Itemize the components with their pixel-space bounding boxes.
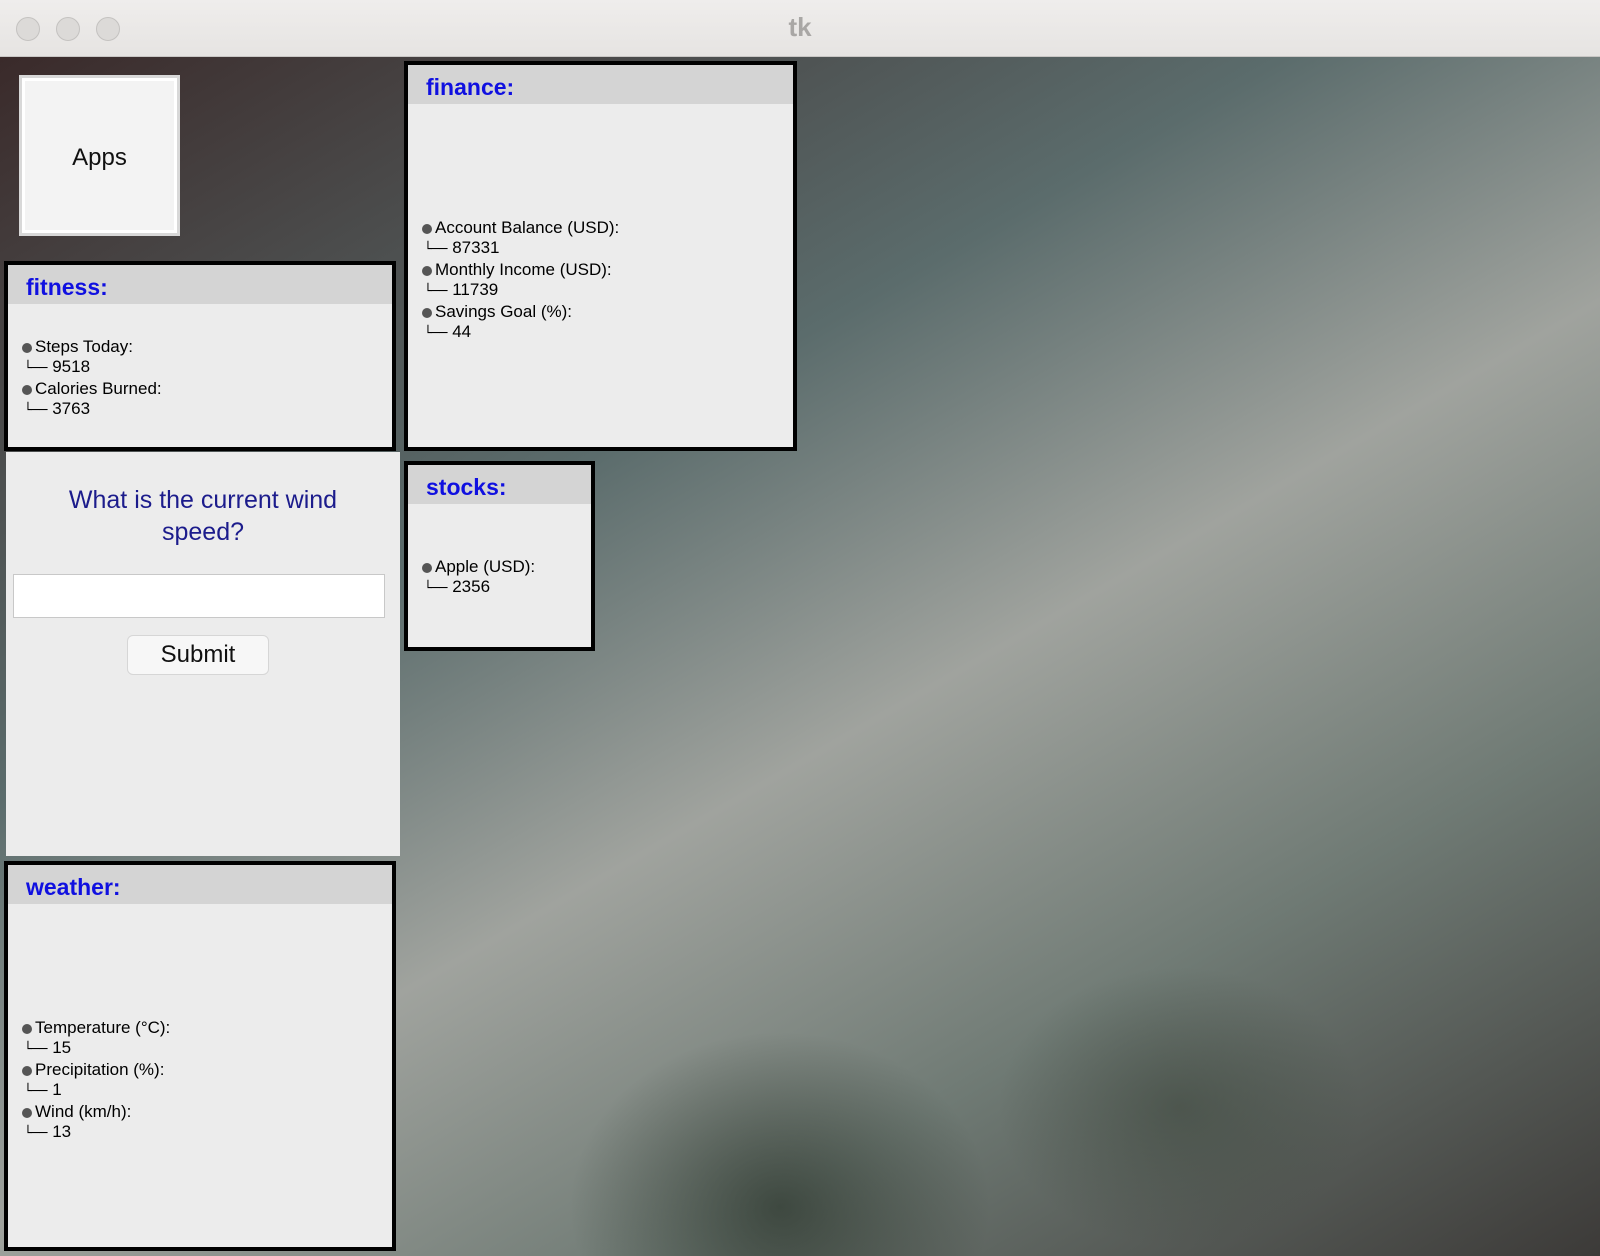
question-form: What is the current wind speed? Submit <box>6 452 400 856</box>
list-item: Precipitation (%): └── 1 <box>8 1060 392 1102</box>
list-item: Temperature (°C): └── 15 <box>8 1018 392 1060</box>
fitness-panel: fitness: Steps Today: └── 9518 Calories … <box>4 261 396 451</box>
window-title: tk <box>788 12 812 42</box>
title-bar: tk <box>0 0 1600 57</box>
steps-label: Steps Today: <box>22 337 133 356</box>
branch-glyph: └── <box>24 1042 48 1057</box>
branch-glyph: └── <box>24 1126 48 1141</box>
finance-panel: finance: Account Balance (USD): └── 8733… <box>404 61 797 451</box>
temperature-label: Temperature (°C): <box>22 1018 170 1037</box>
branch-glyph: └── <box>424 284 448 299</box>
precipitation-label: Precipitation (%): <box>22 1060 164 1079</box>
list-item: Monthly Income (USD): └── 11739 <box>408 260 793 302</box>
list-item: Account Balance (USD): └── 87331 <box>408 218 793 260</box>
wind-value: 13 <box>52 1122 72 1141</box>
question-text: What is the current wind speed? <box>68 486 338 546</box>
weather-panel-title: weather: <box>8 865 392 904</box>
branch-glyph: └── <box>424 326 448 341</box>
temperature-value: 15 <box>52 1038 72 1057</box>
account-balance-value: 87331 <box>452 238 500 257</box>
stocks-panel-title: stocks: <box>408 465 591 504</box>
list-item: Calories Burned: └── 3763 <box>8 379 392 421</box>
precipitation-value: 1 <box>52 1080 62 1099</box>
answer-input[interactable] <box>13 574 385 618</box>
calories-label: Calories Burned: <box>22 379 162 398</box>
branch-glyph: └── <box>24 361 48 376</box>
savings-goal-value: 44 <box>452 322 472 341</box>
steps-value: 9518 <box>52 357 91 376</box>
wind-label: Wind (km/h): <box>22 1102 131 1121</box>
list-item: Apple (USD): └── 2356 <box>408 557 591 599</box>
finance-panel-title: finance: <box>408 65 793 104</box>
branch-glyph: └── <box>424 242 448 257</box>
stocks-panel: stocks: Apple (USD): └── 2356 <box>404 461 595 651</box>
account-balance-label: Account Balance (USD): <box>422 218 619 237</box>
branch-glyph: └── <box>424 581 448 596</box>
submit-button[interactable]: Submit <box>127 635 269 675</box>
monthly-income-value: 11739 <box>452 280 499 299</box>
list-item: Wind (km/h): └── 13 <box>8 1102 392 1144</box>
apps-button-label: Apps <box>72 144 127 171</box>
apps-button[interactable]: Apps <box>19 75 180 236</box>
branch-glyph: └── <box>24 403 48 418</box>
list-item: Steps Today: └── 9518 <box>8 337 392 379</box>
savings-goal-label: Savings Goal (%): <box>422 302 572 321</box>
monthly-income-label: Monthly Income (USD): <box>422 260 612 279</box>
apple-stock-label: Apple (USD): <box>422 557 535 576</box>
apple-stock-value: 2356 <box>452 577 491 596</box>
list-item: Savings Goal (%): └── 44 <box>408 302 793 344</box>
weather-panel: weather: Temperature (°C): └── 15 Precip… <box>4 861 396 1251</box>
fitness-panel-title: fitness: <box>8 265 392 304</box>
branch-glyph: └── <box>24 1084 48 1099</box>
calories-value: 3763 <box>52 399 91 418</box>
